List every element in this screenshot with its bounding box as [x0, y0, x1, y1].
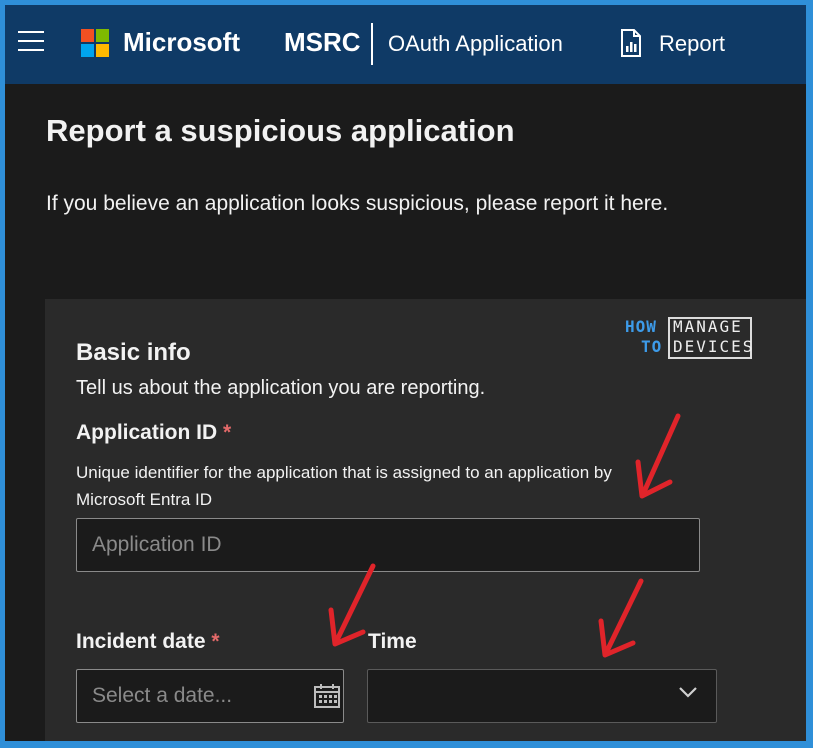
section-title: Basic info	[76, 339, 191, 366]
header-divider	[371, 23, 373, 65]
report-link[interactable]: Report	[659, 31, 725, 57]
watermark-manage: MANAGE	[673, 317, 743, 336]
time-label: Time	[368, 630, 417, 653]
brand-name[interactable]: Microsoft	[123, 27, 240, 58]
basic-info-card: HOW TO MANAGE DEVICES Basic info Tell us…	[45, 299, 806, 741]
application-id-label-text: Application ID	[76, 421, 218, 444]
incident-date-label-text: Incident date	[76, 630, 206, 653]
top-header: Microsoft MSRC OAuth Application Report	[5, 5, 806, 84]
required-marker: *	[211, 630, 220, 653]
breadcrumb-oauth-application[interactable]: OAuth Application	[388, 31, 563, 57]
section-description: Tell us about the application you are re…	[76, 377, 486, 399]
watermark-how: HOW	[625, 317, 657, 336]
application-id-help: Unique identifier for the application th…	[76, 463, 612, 509]
microsoft-logo-icon[interactable]	[81, 29, 109, 57]
app-frame: Microsoft MSRC OAuth Application Report …	[5, 5, 806, 741]
page-title: Report a suspicious application	[46, 113, 515, 148]
report-document-icon[interactable]	[620, 29, 642, 57]
application-id-label: Application ID *	[76, 421, 231, 445]
watermark-logo: HOW TO MANAGE DEVICES	[625, 313, 753, 361]
watermark-to: TO	[641, 337, 663, 356]
incident-date-input[interactable]	[76, 669, 344, 723]
page-intro: If you believe an application looks susp…	[46, 192, 669, 215]
calendar-icon[interactable]	[313, 683, 341, 709]
chevron-down-icon	[679, 687, 697, 698]
watermark-devices: DEVICES	[673, 337, 755, 356]
required-marker: *	[223, 421, 232, 444]
product-name[interactable]: MSRC	[284, 27, 361, 58]
hamburger-icon[interactable]	[18, 31, 44, 55]
incident-date-label: Incident date *	[76, 630, 220, 654]
application-id-input[interactable]	[76, 518, 700, 572]
time-select[interactable]	[367, 669, 717, 723]
